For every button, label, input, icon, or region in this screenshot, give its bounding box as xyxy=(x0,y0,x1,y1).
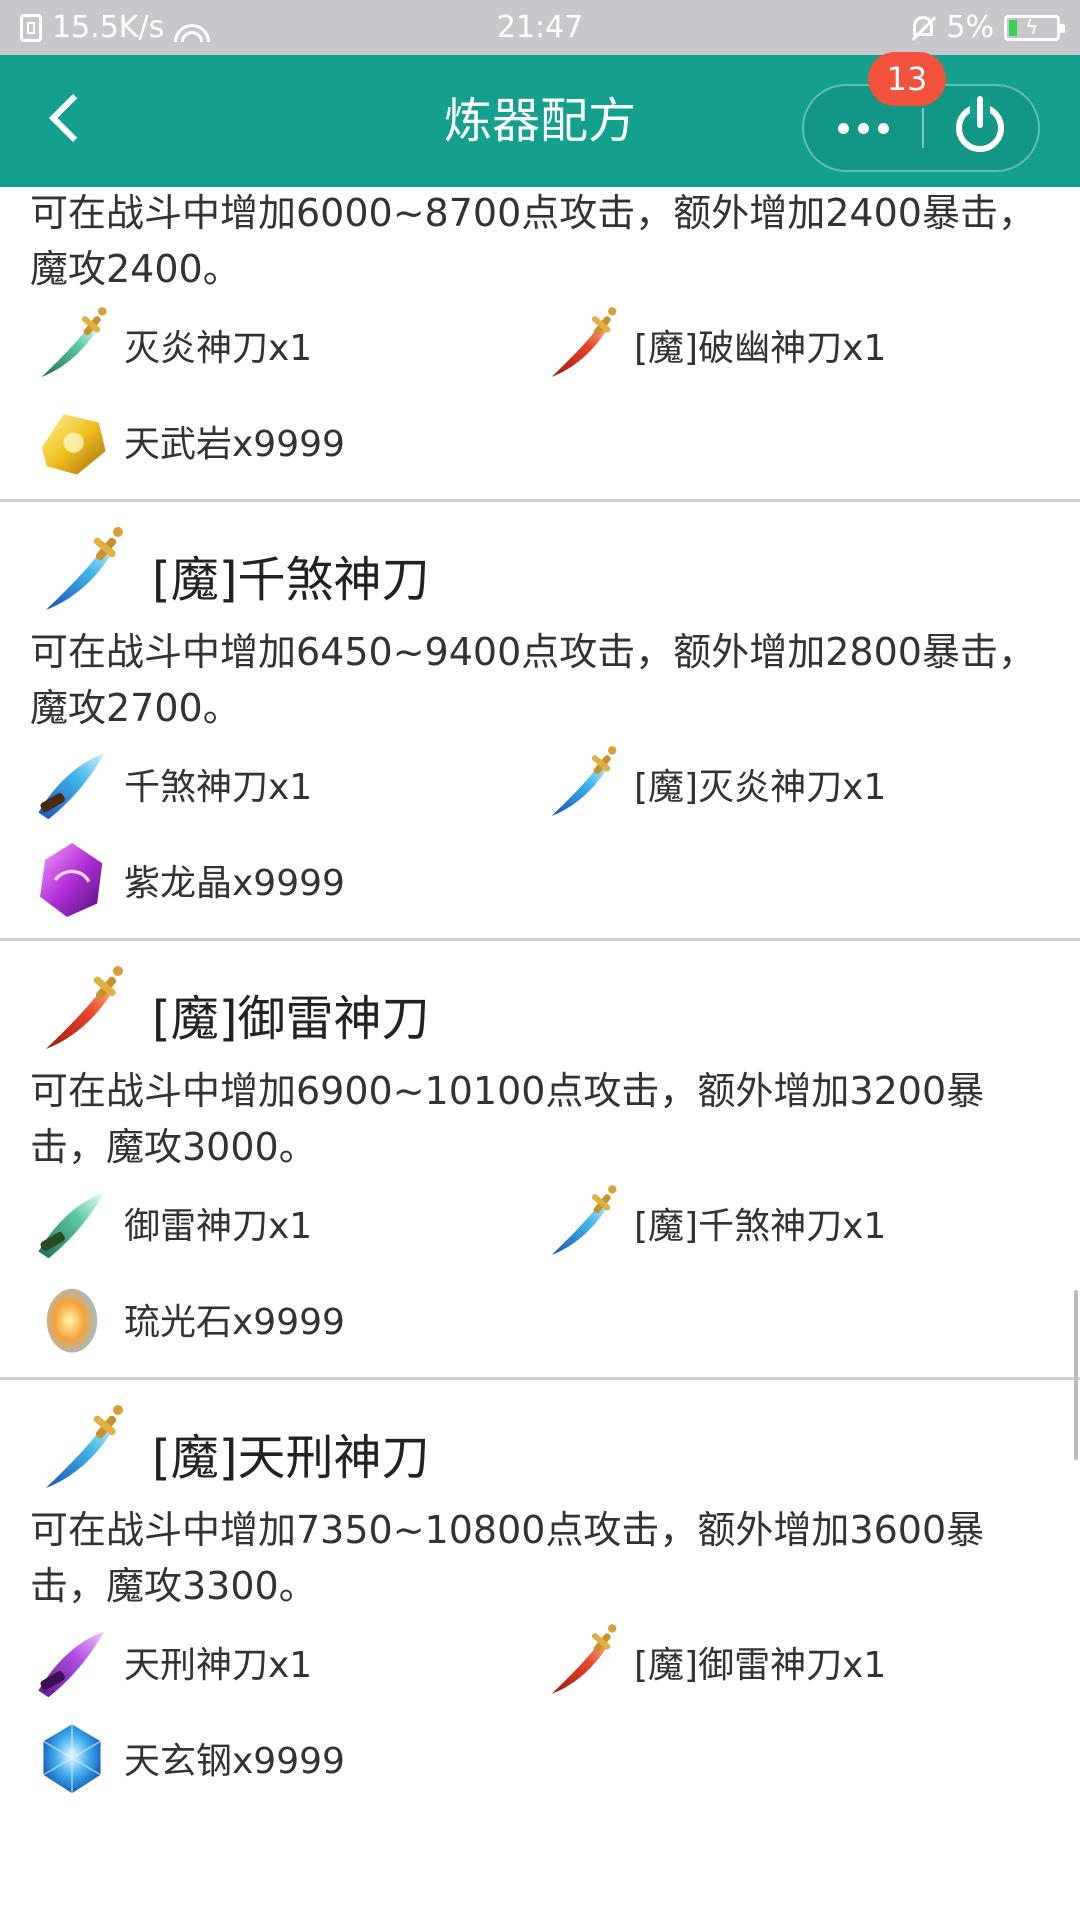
blue-blade-icon xyxy=(40,525,125,616)
material-label: [魔]破幽神刀x1 xyxy=(634,328,887,369)
material-label: 灭炎神刀x1 xyxy=(124,328,313,369)
recipe-card: [魔]御雷神刀 可在战斗中增加6900~10100点攻击，额外增加3200暴击，… xyxy=(0,941,1080,1380)
scrollbar[interactable] xyxy=(1074,1290,1078,1460)
material-label: 御雷神刀x1 xyxy=(124,1206,313,1247)
recipe-materials: 天刑神刀x1 [魔]御雷神刀x1 天玄钢x9999 xyxy=(0,1620,1080,1816)
material-label: [魔]灭炎神刀x1 xyxy=(634,767,887,808)
recipe-description: 可在战斗中增加6450~9400点攻击，额外增加2800暴击，魔攻2700。 xyxy=(30,630,1036,730)
recipe-list[interactable]: 可在战斗中增加6000~8700点攻击，额外增加2400暴击，魔攻2400。 灭… xyxy=(0,187,1080,1920)
material-item[interactable]: 天武岩x9999 xyxy=(30,401,345,481)
recipe-description: 可在战斗中增加6000~8700点攻击，额外增加2400暴击，魔攻2400。 xyxy=(30,191,1036,291)
recipe-materials: 千煞神刀x1 [魔]灭炎神刀x1 紫龙晶x9999 xyxy=(0,742,1080,938)
material-label: 天武岩x9999 xyxy=(124,424,345,465)
material-label: 紫龙晶x9999 xyxy=(124,863,345,904)
amber-stone-icon xyxy=(46,1288,98,1353)
status-bar: 15.5K/s 21:47 5% ϟ xyxy=(0,0,1080,55)
red-blade-icon xyxy=(547,305,618,382)
material-item[interactable]: [魔]破幽神刀x1 xyxy=(540,305,886,385)
material-label: [魔]御雷神刀x1 xyxy=(634,1645,887,1686)
material-item[interactable]: 天刑神刀x1 xyxy=(30,1622,312,1702)
recipe-header: [魔]御雷神刀 xyxy=(0,941,1080,1063)
blue-blade-icon xyxy=(547,744,618,821)
capsule-divider xyxy=(922,108,924,148)
gold-ore-icon xyxy=(41,414,106,475)
green-blade-icon xyxy=(38,1192,104,1259)
material-label: 琉光石x9999 xyxy=(124,1302,345,1343)
recipe-card: 可在战斗中增加6000~8700点攻击，额外增加2400暴击，魔攻2400。 灭… xyxy=(0,187,1080,502)
more-dots-icon xyxy=(837,122,849,134)
purple-blade-icon xyxy=(38,1631,104,1698)
status-right: 5% ϟ xyxy=(910,0,1065,55)
battery-icon: ϟ xyxy=(1004,14,1065,41)
bell-muted-icon xyxy=(910,14,936,42)
dark-blade-icon xyxy=(38,753,104,820)
material-label: [魔]千煞神刀x1 xyxy=(634,1206,887,1247)
recipe-description: 可在战斗中增加7350~10800点攻击，额外增加3600暴击，魔攻3300。 xyxy=(30,1508,985,1608)
recipe-materials: 御雷神刀x1 [魔]千煞神刀x1 琉光石x9999 xyxy=(0,1181,1080,1377)
blue-crystal-icon xyxy=(43,1724,101,1794)
recipe-card: [魔]天刑神刀 可在战斗中增加7350~10800点攻击，额外增加3600暴击，… xyxy=(0,1380,1080,1816)
recipe-description: 可在战斗中增加6900~10100点攻击，额外增加3200暴击，魔攻3000。 xyxy=(30,1069,985,1169)
recipe-title: [魔]御雷神刀 xyxy=(152,991,430,1047)
purple-crystal-icon xyxy=(40,843,103,917)
material-item[interactable]: [魔]灭炎神刀x1 xyxy=(540,744,886,824)
material-item[interactable]: 紫龙晶x9999 xyxy=(30,840,345,920)
recipe-header: [魔]千煞神刀 xyxy=(0,502,1080,624)
close-button[interactable] xyxy=(926,86,1038,170)
recipe-materials: 灭炎神刀x1 [魔]破幽神刀x1 天武岩x9999 xyxy=(0,303,1080,499)
recipe-header: [魔]天刑神刀 xyxy=(0,1380,1080,1502)
red-blade-icon xyxy=(40,964,125,1055)
red-blade-icon xyxy=(547,1622,618,1699)
material-item[interactable]: 琉光石x9999 xyxy=(30,1279,345,1359)
material-item[interactable]: 御雷神刀x1 xyxy=(30,1183,312,1263)
battery-percent: 5% xyxy=(946,10,994,45)
recipe-title: [魔]天刑神刀 xyxy=(152,1430,430,1486)
material-item[interactable]: [魔]千煞神刀x1 xyxy=(540,1183,886,1263)
material-item[interactable]: 天玄钢x9999 xyxy=(30,1718,345,1798)
material-label: 天玄钢x9999 xyxy=(124,1741,345,1782)
green-blade-icon xyxy=(37,305,108,382)
material-label: 天刑神刀x1 xyxy=(124,1645,313,1686)
blue-blade-icon xyxy=(40,1403,125,1494)
material-label: 千煞神刀x1 xyxy=(124,767,313,808)
recipe-card: [魔]千煞神刀 可在战斗中增加6450~9400点攻击，额外增加2800暴击，魔… xyxy=(0,502,1080,941)
material-item[interactable]: 灭炎神刀x1 xyxy=(30,305,312,385)
material-item[interactable]: 千煞神刀x1 xyxy=(30,744,312,824)
material-item[interactable]: [魔]御雷神刀x1 xyxy=(540,1622,886,1702)
notification-badge: 13 xyxy=(868,52,946,106)
recipe-title: [魔]千煞神刀 xyxy=(152,552,430,608)
blue-blade-icon xyxy=(547,1183,618,1260)
